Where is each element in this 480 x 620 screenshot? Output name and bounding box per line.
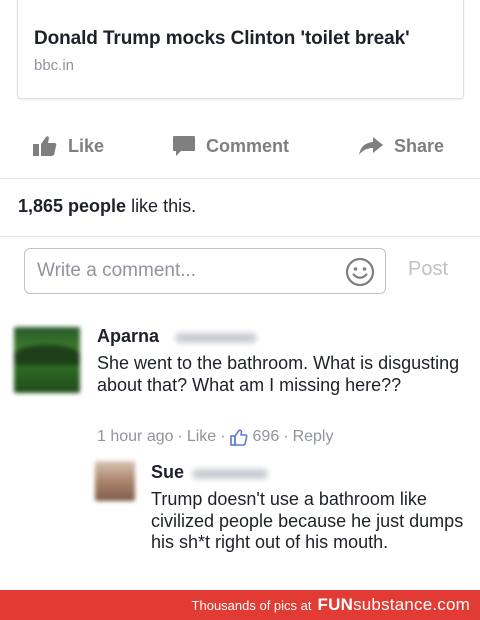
reaction-count[interactable]: 696	[229, 428, 280, 446]
comment-text: Trump doesn't use a bathroom like civili…	[151, 489, 464, 552]
meta-separator: ·	[177, 428, 183, 445]
avatar[interactable]	[14, 327, 80, 393]
small-like-thumb-icon	[229, 428, 247, 446]
like-label: Like	[68, 135, 105, 156]
comment-author[interactable]: Sue	[151, 462, 184, 483]
comment-bubble-icon	[173, 136, 195, 156]
comment-composer	[24, 248, 386, 294]
share-button[interactable]: Share	[358, 126, 444, 166]
post-button[interactable]: Post	[408, 258, 448, 281]
post-action-bar: Like Comment Share	[0, 126, 480, 166]
emoji-icon[interactable]	[345, 257, 375, 287]
likes-summary[interactable]: 1,865 people like this.	[18, 196, 196, 217]
comment-author[interactable]: Aparna	[97, 326, 159, 347]
watermark-brand-1: FUN	[317, 595, 354, 614]
reaction-count-value: 696	[252, 428, 280, 445]
share-arrow-icon	[359, 137, 383, 155]
comment-text: She went to the bathroom. What is disgus…	[97, 353, 460, 395]
link-title[interactable]: Donald Trump mocks Clinton 'toilet break…	[34, 28, 463, 50]
redacted-surname	[192, 469, 268, 479]
like-button[interactable]: Like	[32, 126, 104, 166]
watermark-banner: Thousands of pics at FUNsubstance.com	[0, 590, 480, 620]
comment-reply-link[interactable]: Reply	[293, 428, 334, 446]
divider	[0, 236, 480, 237]
comment-timestamp[interactable]: 1 hour ago	[97, 428, 174, 446]
comment-meta: 1 hour ago · Like · 696 · Reply	[97, 428, 333, 446]
link-domain: bbc.in	[34, 57, 75, 74]
redacted-surname	[175, 333, 257, 343]
watermark-logo: FUNsubstance.com	[318, 595, 470, 615]
avatar[interactable]	[95, 461, 135, 501]
divider	[0, 178, 480, 179]
watermark-text: Thousands of pics at	[191, 597, 312, 613]
watermark-brand-3: .com	[432, 595, 470, 614]
share-label: Share	[394, 135, 445, 156]
likes-suffix: like this.	[126, 196, 197, 216]
comment-input[interactable]	[25, 249, 335, 293]
comment-label: Comment	[206, 135, 290, 156]
likes-count[interactable]: 1,865 people	[18, 196, 126, 216]
watermark-brand-2: substance	[353, 595, 433, 614]
comment-button[interactable]: Comment	[172, 126, 289, 166]
link-preview-card[interactable]: Donald Trump mocks Clinton 'toilet break…	[17, 0, 464, 99]
like-thumb-icon	[33, 136, 57, 156]
comment-like-link[interactable]: Like	[187, 428, 216, 446]
meta-separator: ·	[220, 428, 226, 445]
meta-separator: ·	[283, 428, 289, 445]
